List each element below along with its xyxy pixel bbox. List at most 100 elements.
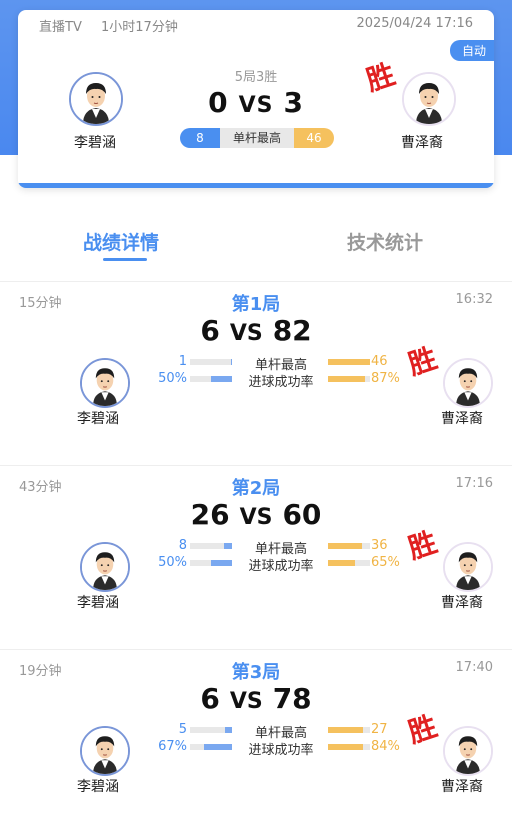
game-title: 第2局 xyxy=(231,478,281,499)
player-avatar-icon xyxy=(445,360,491,406)
player-left-name: 李碧涵 xyxy=(77,595,119,611)
player-avatar-icon xyxy=(82,728,128,774)
game-title: 第3局 xyxy=(231,662,281,683)
pot-rate-right-fill xyxy=(328,560,356,566)
pot-rate-left-bar xyxy=(190,376,232,382)
high-break-right: 36 xyxy=(371,538,388,553)
pot-rate-right: 65% xyxy=(371,555,400,570)
player-avatar-icon xyxy=(445,544,491,590)
game-card[interactable]: 19分钟 第3局 17:40 6 VS 78 5 单杆最高 27 67% 进球成功率 84% 李碧涵 曹泽… xyxy=(0,650,512,834)
vs-label: VS xyxy=(238,93,274,118)
tab-record-details[interactable]: 战绩详情 xyxy=(83,228,159,255)
high-break-right: 27 xyxy=(371,722,388,737)
pot-rate-label: 进球成功率 xyxy=(248,559,314,574)
game-score-right: 82 xyxy=(272,314,312,347)
player-left-avatar[interactable] xyxy=(80,542,130,592)
pot-rate-left: 50% xyxy=(158,371,187,386)
high-break-label: 单杆最高 xyxy=(220,128,294,148)
pot-rate-left-bar xyxy=(190,560,232,566)
high-break-right-fill xyxy=(328,359,370,365)
game-time: 16:32 xyxy=(455,292,493,307)
high-break-left-fill xyxy=(224,543,232,549)
player-avatar-icon xyxy=(82,544,128,590)
card-accent-bar xyxy=(18,183,494,188)
high-break-left-bar xyxy=(190,359,232,365)
game-time: 17:16 xyxy=(455,476,493,491)
player-avatar-icon xyxy=(71,74,121,124)
game-card[interactable]: 15分钟 第1局 16:32 6 VS 82 1 单杆最高 46 50% 进球成功率 87% 李碧涵 曹泽… xyxy=(0,282,512,466)
high-break-left: 5 xyxy=(178,722,187,737)
player-right-avatar[interactable] xyxy=(402,72,456,126)
high-break-left-fill xyxy=(225,727,232,733)
player-right-name: 曹泽裔 xyxy=(401,135,443,151)
pot-rate-right-fill xyxy=(328,376,365,382)
game-card[interactable]: 43分钟 第2局 17:16 26 VS 60 8 单杆最高 36 50% 进球成功率 65% 李碧涵曹… xyxy=(0,466,512,650)
player-avatar-icon xyxy=(82,360,128,406)
game-score-left: 26 xyxy=(190,498,230,531)
game-title: 第1局 xyxy=(231,294,281,315)
game-score: 26 VS 60 xyxy=(0,498,512,531)
player-left-name: 李碧涵 xyxy=(77,779,119,795)
pot-rate-left-fill xyxy=(211,376,232,382)
pot-rate-left-bar xyxy=(190,744,232,750)
pot-rate-left-fill xyxy=(211,560,232,566)
high-break-left-fill xyxy=(231,359,232,365)
pot-rate-right-bar xyxy=(328,744,370,750)
pot-rate-left: 50% xyxy=(158,555,187,570)
game-score: 6 VS 78 xyxy=(0,682,512,715)
tab-tech-stats[interactable]: 技术统计 xyxy=(347,228,423,255)
game-score-left: 6 xyxy=(200,682,220,715)
player-left-name: 李碧涵 xyxy=(74,135,116,151)
high-break-right-bar xyxy=(328,359,370,365)
pot-rate-left: 67% xyxy=(158,739,187,754)
player-avatar-icon xyxy=(404,74,454,124)
player-left-avatar[interactable] xyxy=(80,726,130,776)
player-right-name: 曹泽裔 xyxy=(441,411,483,427)
player-right-name: 曹泽裔 xyxy=(441,779,483,795)
source-label: 直播TV xyxy=(39,20,82,35)
game-score-right: 78 xyxy=(272,682,312,715)
match-summary-card: 直播TV 1小时17分钟 2025/04/24 17:16 自动 5局3胜 0V… xyxy=(18,10,494,188)
pot-rate-right: 84% xyxy=(371,739,400,754)
pot-rate-right-bar xyxy=(328,376,370,382)
pot-rate-right-fill xyxy=(328,744,364,750)
match-datetime: 2025/04/24 17:16 xyxy=(356,16,473,31)
pot-rate-label: 进球成功率 xyxy=(248,743,314,758)
player-right-name: 曹泽裔 xyxy=(441,595,483,611)
game-time: 17:40 xyxy=(455,660,493,675)
vs-label: VS xyxy=(229,321,263,346)
high-break-right-fill xyxy=(328,543,363,549)
high-break-left: 8 xyxy=(180,128,220,148)
score-left: 0 xyxy=(208,86,229,119)
active-tab-underline xyxy=(103,258,147,261)
match-duration: 1小时17分钟 xyxy=(101,20,178,35)
high-break-right-fill xyxy=(328,727,364,733)
auto-badge[interactable]: 自动 xyxy=(449,40,494,61)
player-right-avatar[interactable] xyxy=(443,358,493,408)
player-right-avatar[interactable] xyxy=(443,726,493,776)
high-break-pill: 8 单杆最高 46 xyxy=(180,128,334,148)
player-right-avatar[interactable] xyxy=(443,542,493,592)
high-break-left-bar xyxy=(190,543,232,549)
score-right: 3 xyxy=(283,86,304,119)
game-score: 6 VS 82 xyxy=(0,314,512,347)
tab-bar: 战绩详情 技术统计 xyxy=(0,228,512,268)
high-break-left: 1 xyxy=(178,354,187,369)
high-break-left-bar xyxy=(190,727,232,733)
high-break-right-bar xyxy=(328,543,370,549)
player-avatar-icon xyxy=(445,728,491,774)
high-break-right: 46 xyxy=(294,128,334,148)
game-score-right: 60 xyxy=(282,498,322,531)
pot-rate-left-fill xyxy=(203,744,232,750)
pot-rate-right: 87% xyxy=(371,371,400,386)
high-break-left: 8 xyxy=(178,538,187,553)
high-break-right: 46 xyxy=(371,354,388,369)
player-left-name: 李碧涵 xyxy=(77,411,119,427)
pot-rate-right-bar xyxy=(328,560,370,566)
player-left-avatar[interactable] xyxy=(80,358,130,408)
high-break-right-bar xyxy=(328,727,370,733)
player-left-avatar[interactable] xyxy=(69,72,123,126)
vs-label: VS xyxy=(239,505,273,530)
pot-rate-label: 进球成功率 xyxy=(248,375,314,390)
vs-label: VS xyxy=(229,689,263,714)
